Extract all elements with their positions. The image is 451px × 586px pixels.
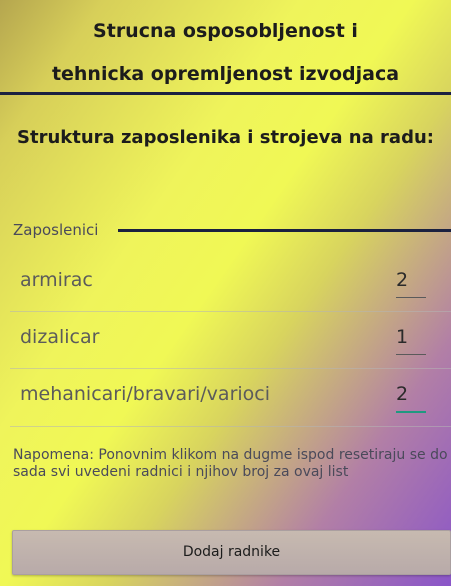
input-underline-focused [396, 411, 426, 413]
employee-row: armirac 2 [0, 259, 451, 311]
section-divider [118, 229, 451, 232]
employee-label: dizalicar [20, 326, 100, 348]
employee-count-input[interactable]: 2 [396, 269, 426, 291]
input-underline [396, 297, 426, 298]
input-underline [396, 354, 426, 355]
page-header: Strucna osposobljenost i tehnicka opreml… [0, 0, 451, 95]
page-title-line2: tehnicka opremljenost izvodjaca [51, 63, 400, 85]
employee-row: dizalicar 1 [0, 316, 451, 368]
row-divider [10, 311, 451, 312]
section-label-employees: Zaposlenici [13, 221, 99, 239]
employee-row: mehanicari/bravari/varioci 2 [0, 373, 451, 425]
add-workers-button[interactable]: Dodaj radnike [12, 530, 451, 575]
employee-label: mehanicari/bravari/varioci [20, 383, 271, 405]
section-subtitle: Struktura zaposlenika i strojeva na radu… [17, 127, 434, 148]
employee-label: armirac [20, 269, 93, 291]
header-divider [0, 92, 451, 95]
employee-count-input[interactable]: 2 [396, 383, 426, 405]
row-divider [10, 368, 451, 369]
employee-count-input[interactable]: 1 [396, 326, 426, 348]
page-title-line1: Strucna osposobljenost i [93, 20, 358, 42]
note-text: Napomena: Ponovnim klikom na dugme ispod… [13, 447, 448, 480]
row-divider [10, 426, 451, 427]
